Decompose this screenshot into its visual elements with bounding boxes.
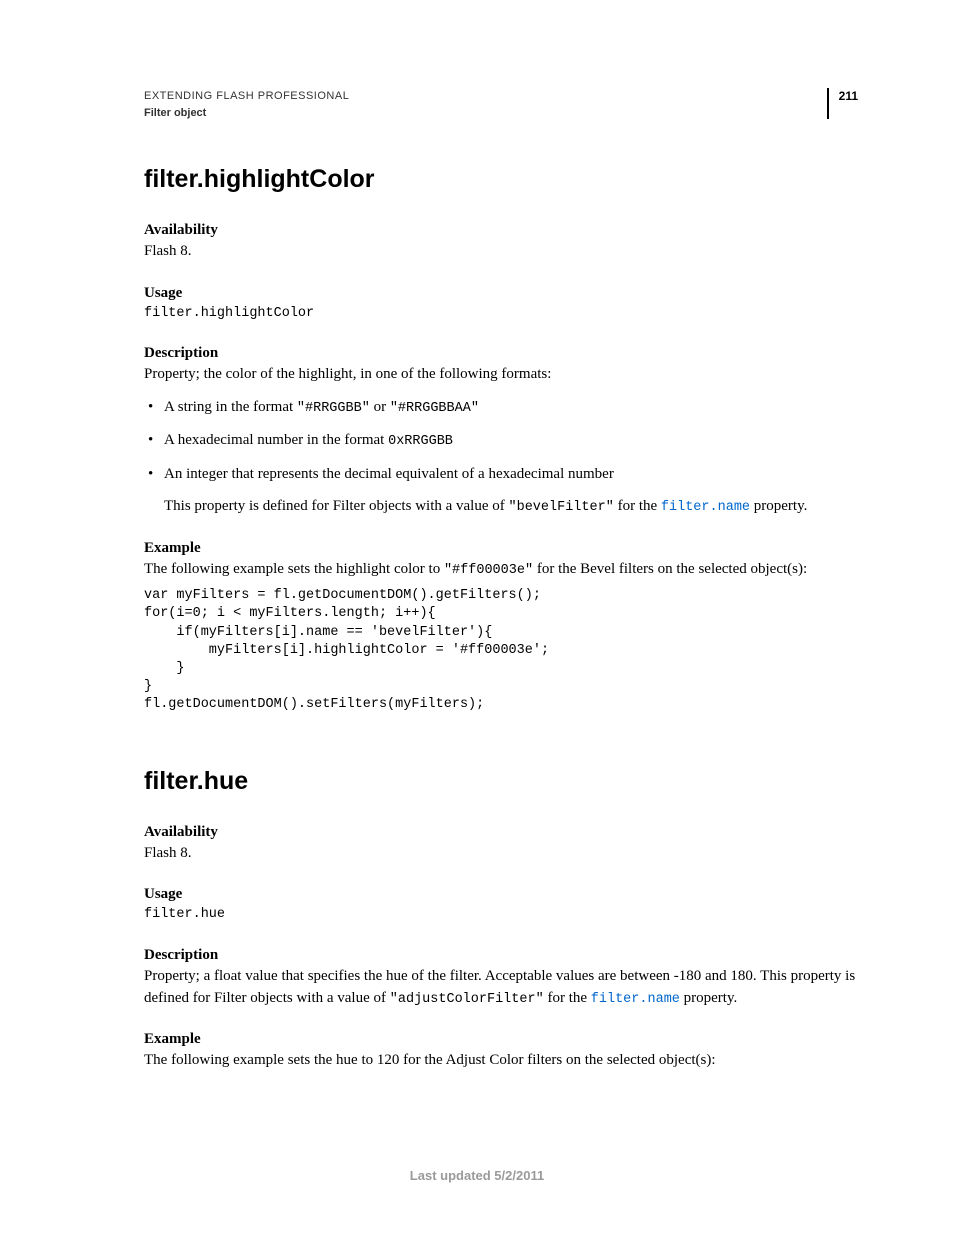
text: property. xyxy=(680,990,737,1006)
page-header: EXTENDING FLASH PROFESSIONAL Filter obje… xyxy=(144,88,858,121)
bullet-item: A string in the format "#RRGGBB" or "#RR… xyxy=(144,396,858,419)
header-left: EXTENDING FLASH PROFESSIONAL Filter obje… xyxy=(144,88,349,121)
inline-code: "adjustColorFilter" xyxy=(390,992,544,1007)
example-text: The following example sets the hue to 12… xyxy=(144,1050,858,1072)
inline-code: "bevelFilter" xyxy=(509,500,614,515)
example-text: The following example sets the highlight… xyxy=(144,559,858,581)
text: This property is defined for Filter obje… xyxy=(164,498,509,514)
filter-name-link[interactable]: filter.name xyxy=(661,500,750,515)
availability-label: Availability xyxy=(144,824,858,841)
bullet-item: An integer that represents the decimal e… xyxy=(144,463,858,486)
bullet-text: or xyxy=(370,399,390,415)
description-label: Description xyxy=(144,947,858,964)
availability-text: Flash 8. xyxy=(144,843,858,865)
description-bullets: A string in the format "#RRGGBB" or "#RR… xyxy=(144,396,858,485)
example-label: Example xyxy=(144,1031,858,1048)
usage-label: Usage xyxy=(144,285,858,302)
text: for the xyxy=(614,498,661,514)
page: EXTENDING FLASH PROFESSIONAL Filter obje… xyxy=(0,0,954,1235)
page-number: 211 xyxy=(827,88,858,119)
availability-label: Availability xyxy=(144,222,858,239)
inline-code: 0xRRGGBB xyxy=(388,434,453,449)
usage-code: filter.highlightColor xyxy=(144,304,858,324)
description-label: Description xyxy=(144,345,858,362)
section-title-highlightcolor: filter.highlightColor xyxy=(144,165,858,194)
usage-code: filter.hue xyxy=(144,905,858,925)
availability-text: Flash 8. xyxy=(144,241,858,263)
usage-label: Usage xyxy=(144,886,858,903)
inline-code: "#RRGGBBAA" xyxy=(390,401,479,416)
bullet-item: A hexadecimal number in the format 0xRRG… xyxy=(144,429,858,452)
breadcrumb: EXTENDING FLASH PROFESSIONAL xyxy=(144,88,349,105)
section-title-hue: filter.hue xyxy=(144,767,858,796)
inline-code: "#RRGGBB" xyxy=(297,401,370,416)
text: property. xyxy=(750,498,807,514)
description-text: Property; the color of the highlight, in… xyxy=(144,364,858,386)
inline-code: "#ff00003e" xyxy=(444,563,533,578)
text: for the xyxy=(544,990,591,1006)
bullet-text: A string in the format xyxy=(164,399,297,415)
text: The following example sets the highlight… xyxy=(144,561,444,577)
bullet-text: An integer that represents the decimal e… xyxy=(164,466,614,482)
description-note: This property is defined for Filter obje… xyxy=(144,495,858,518)
header-section-title: Filter object xyxy=(144,105,349,122)
bullet-text: A hexadecimal number in the format xyxy=(164,432,388,448)
description-text: Property; a float value that specifies t… xyxy=(144,966,858,1010)
text: for the Bevel filters on the selected ob… xyxy=(533,561,807,577)
example-code-block: var myFilters = fl.getDocumentDOM().getF… xyxy=(144,587,858,715)
page-footer: Last updated 5/2/2011 xyxy=(0,1168,954,1183)
filter-name-link[interactable]: filter.name xyxy=(591,992,680,1007)
example-label: Example xyxy=(144,540,858,557)
